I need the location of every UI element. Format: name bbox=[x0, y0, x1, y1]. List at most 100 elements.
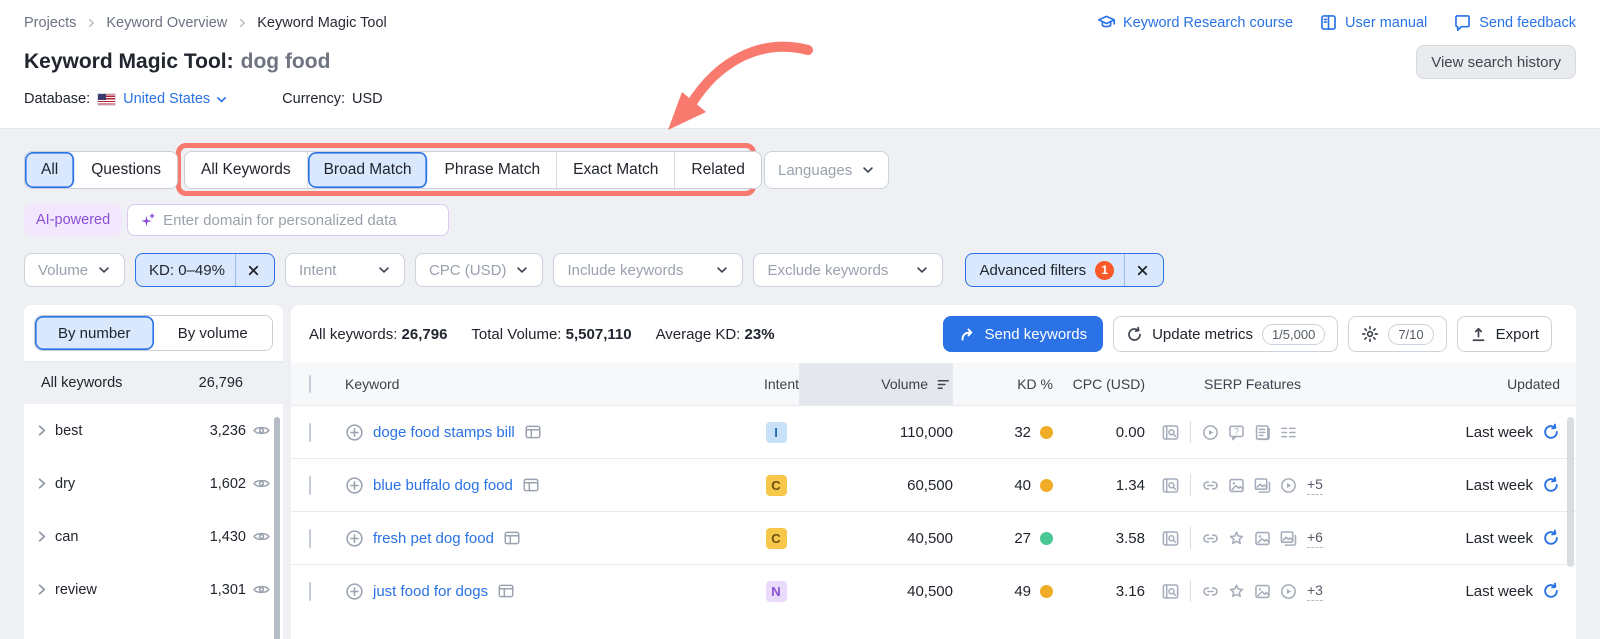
select-all-checkbox[interactable] bbox=[309, 375, 311, 393]
tab-exact-match[interactable]: Exact Match bbox=[557, 152, 676, 188]
sidebar-group-review[interactable]: review 1,301 bbox=[24, 563, 283, 616]
serp-preview-page-icon[interactable] bbox=[522, 476, 540, 494]
database-selector[interactable]: Database: United States bbox=[24, 91, 228, 107]
keyword-link[interactable]: just food for dogs bbox=[373, 583, 488, 600]
refresh-icon[interactable] bbox=[1542, 476, 1560, 494]
keyword-link[interactable]: doge food stamps bill bbox=[373, 424, 515, 441]
tab-questions[interactable]: Questions bbox=[75, 152, 178, 188]
languages-dropdown[interactable]: Languages bbox=[764, 151, 890, 189]
chat-bubble-icon bbox=[1453, 13, 1472, 32]
updated-value: Last week bbox=[1465, 423, 1533, 441]
cpc-value: 0.00 bbox=[1115, 423, 1145, 441]
intent-badge[interactable]: C bbox=[765, 527, 787, 549]
column-header-updated[interactable]: Updated bbox=[1360, 376, 1560, 392]
tab-related[interactable]: Related bbox=[675, 152, 761, 188]
stat-all-keywords: All keywords: 26,796 bbox=[309, 325, 448, 343]
intent-badge[interactable]: N bbox=[765, 580, 787, 602]
refresh-icon[interactable] bbox=[1542, 529, 1560, 547]
column-header-kd[interactable]: KD % bbox=[953, 376, 1053, 392]
refresh-icon[interactable] bbox=[1542, 582, 1560, 600]
refresh-icon[interactable] bbox=[1542, 423, 1560, 441]
sidebar-group-can[interactable]: can 1,430 bbox=[24, 510, 283, 563]
column-header-serp[interactable]: SERP Features bbox=[1145, 376, 1360, 392]
kd-filter-clear-icon[interactable] bbox=[246, 263, 261, 278]
advanced-filters-active[interactable]: Advanced filters 1 bbox=[965, 253, 1165, 287]
column-header-cpc[interactable]: CPC (USD) bbox=[1053, 376, 1145, 392]
add-keyword-icon[interactable] bbox=[345, 529, 364, 548]
row-checkbox[interactable] bbox=[309, 528, 311, 548]
add-keyword-icon[interactable] bbox=[345, 476, 364, 495]
cpc-filter-dropdown[interactable]: CPC (USD) bbox=[414, 253, 544, 287]
serp-more-count[interactable]: +6 bbox=[1307, 529, 1323, 548]
column-header-intent[interactable]: Intent bbox=[739, 376, 799, 392]
sidebar-scrollbar[interactable] bbox=[274, 417, 280, 639]
serp-preview-page-icon[interactable] bbox=[497, 582, 515, 600]
sparkle-icon bbox=[139, 212, 156, 229]
intent-filter-dropdown[interactable]: Intent bbox=[284, 253, 405, 287]
eye-icon[interactable] bbox=[252, 474, 271, 493]
table-scrollbar[interactable] bbox=[1567, 417, 1574, 567]
exclude-keywords-dropdown[interactable]: Exclude keywords bbox=[753, 253, 944, 287]
breadcrumb-separator-icon bbox=[236, 17, 248, 29]
volume-filter-dropdown[interactable]: Volume bbox=[24, 253, 126, 287]
book-icon bbox=[1319, 13, 1338, 32]
column-header-volume[interactable]: Volume bbox=[799, 363, 953, 405]
sidebar-all-keywords-row[interactable]: All keywords 26,796 bbox=[24, 361, 283, 404]
user-manual-link[interactable]: User manual bbox=[1319, 13, 1427, 32]
keyword-research-course-link[interactable]: Keyword Research course bbox=[1097, 13, 1293, 32]
tab-all-keywords[interactable]: All Keywords bbox=[185, 152, 308, 188]
intent-badge[interactable]: I bbox=[765, 421, 787, 443]
chevron-down-icon bbox=[715, 263, 729, 277]
manage-columns-button[interactable]: 7/10 bbox=[1348, 316, 1447, 352]
add-keyword-icon[interactable] bbox=[345, 423, 364, 442]
page-title: Keyword Magic Tool: dog food bbox=[24, 50, 331, 73]
tab-all[interactable]: All bbox=[25, 152, 76, 188]
tab-by-volume[interactable]: By volume bbox=[153, 316, 272, 350]
chevron-down-icon bbox=[915, 263, 929, 277]
send-feedback-link[interactable]: Send feedback bbox=[1453, 13, 1576, 32]
tab-phrase-match[interactable]: Phrase Match bbox=[428, 152, 558, 188]
domain-input[interactable] bbox=[163, 211, 438, 229]
keyword-link[interactable]: blue buffalo dog food bbox=[373, 477, 513, 494]
export-button[interactable]: Export bbox=[1456, 316, 1552, 352]
intent-badge[interactable]: C bbox=[765, 474, 787, 496]
video-icon bbox=[1279, 476, 1298, 495]
view-search-history-button[interactable]: View search history bbox=[1416, 45, 1576, 79]
advanced-filters-clear-icon[interactable] bbox=[1135, 263, 1150, 278]
serp-preview-page-icon[interactable] bbox=[503, 529, 521, 547]
sitelinks-icon bbox=[1279, 423, 1298, 442]
keyword-link[interactable]: fresh pet dog food bbox=[373, 530, 494, 547]
serp-features[interactable]: +6 bbox=[1145, 527, 1360, 549]
serp-more-count[interactable]: +3 bbox=[1307, 582, 1323, 601]
breadcrumb-keyword-overview[interactable]: Keyword Overview bbox=[106, 15, 227, 31]
update-metrics-button[interactable]: Update metrics 1/5,000 bbox=[1113, 316, 1339, 352]
svg-text:?: ? bbox=[1234, 426, 1239, 436]
serp-more-count[interactable]: +5 bbox=[1307, 476, 1323, 495]
page-header: Projects Keyword Overview Keyword Magic … bbox=[0, 0, 1600, 129]
kd-difficulty-dot bbox=[1040, 584, 1053, 598]
serp-features[interactable]: +3 bbox=[1145, 580, 1360, 602]
eye-icon[interactable] bbox=[252, 421, 271, 440]
add-keyword-icon[interactable] bbox=[345, 582, 364, 601]
video-icon bbox=[1201, 423, 1220, 442]
sidebar-group-best[interactable]: best 3,236 bbox=[24, 404, 283, 457]
tab-broad-match[interactable]: Broad Match bbox=[307, 152, 429, 188]
serp-features[interactable]: +5 bbox=[1145, 474, 1360, 496]
eye-icon[interactable] bbox=[252, 580, 271, 599]
include-keywords-dropdown[interactable]: Include keywords bbox=[553, 253, 744, 287]
sidebar-group-dry[interactable]: dry 1,602 bbox=[24, 457, 283, 510]
row-checkbox[interactable] bbox=[309, 475, 311, 495]
send-keywords-button[interactable]: Send keywords bbox=[942, 316, 1104, 352]
row-checkbox[interactable] bbox=[309, 422, 311, 442]
share-arrow-icon bbox=[959, 326, 976, 343]
breadcrumb-projects[interactable]: Projects bbox=[24, 15, 76, 31]
serp-preview-page-icon[interactable] bbox=[524, 423, 542, 441]
row-checkbox[interactable] bbox=[309, 581, 311, 601]
cpc-value: 3.16 bbox=[1115, 582, 1145, 600]
tab-by-number[interactable]: By number bbox=[35, 316, 154, 350]
kd-filter-active[interactable]: KD: 0–49% bbox=[135, 253, 275, 287]
column-header-keyword[interactable]: Keyword bbox=[345, 376, 739, 392]
eye-icon[interactable] bbox=[252, 527, 271, 546]
serp-preview-icon bbox=[1161, 529, 1180, 548]
serp-features[interactable]: ? bbox=[1145, 421, 1360, 443]
